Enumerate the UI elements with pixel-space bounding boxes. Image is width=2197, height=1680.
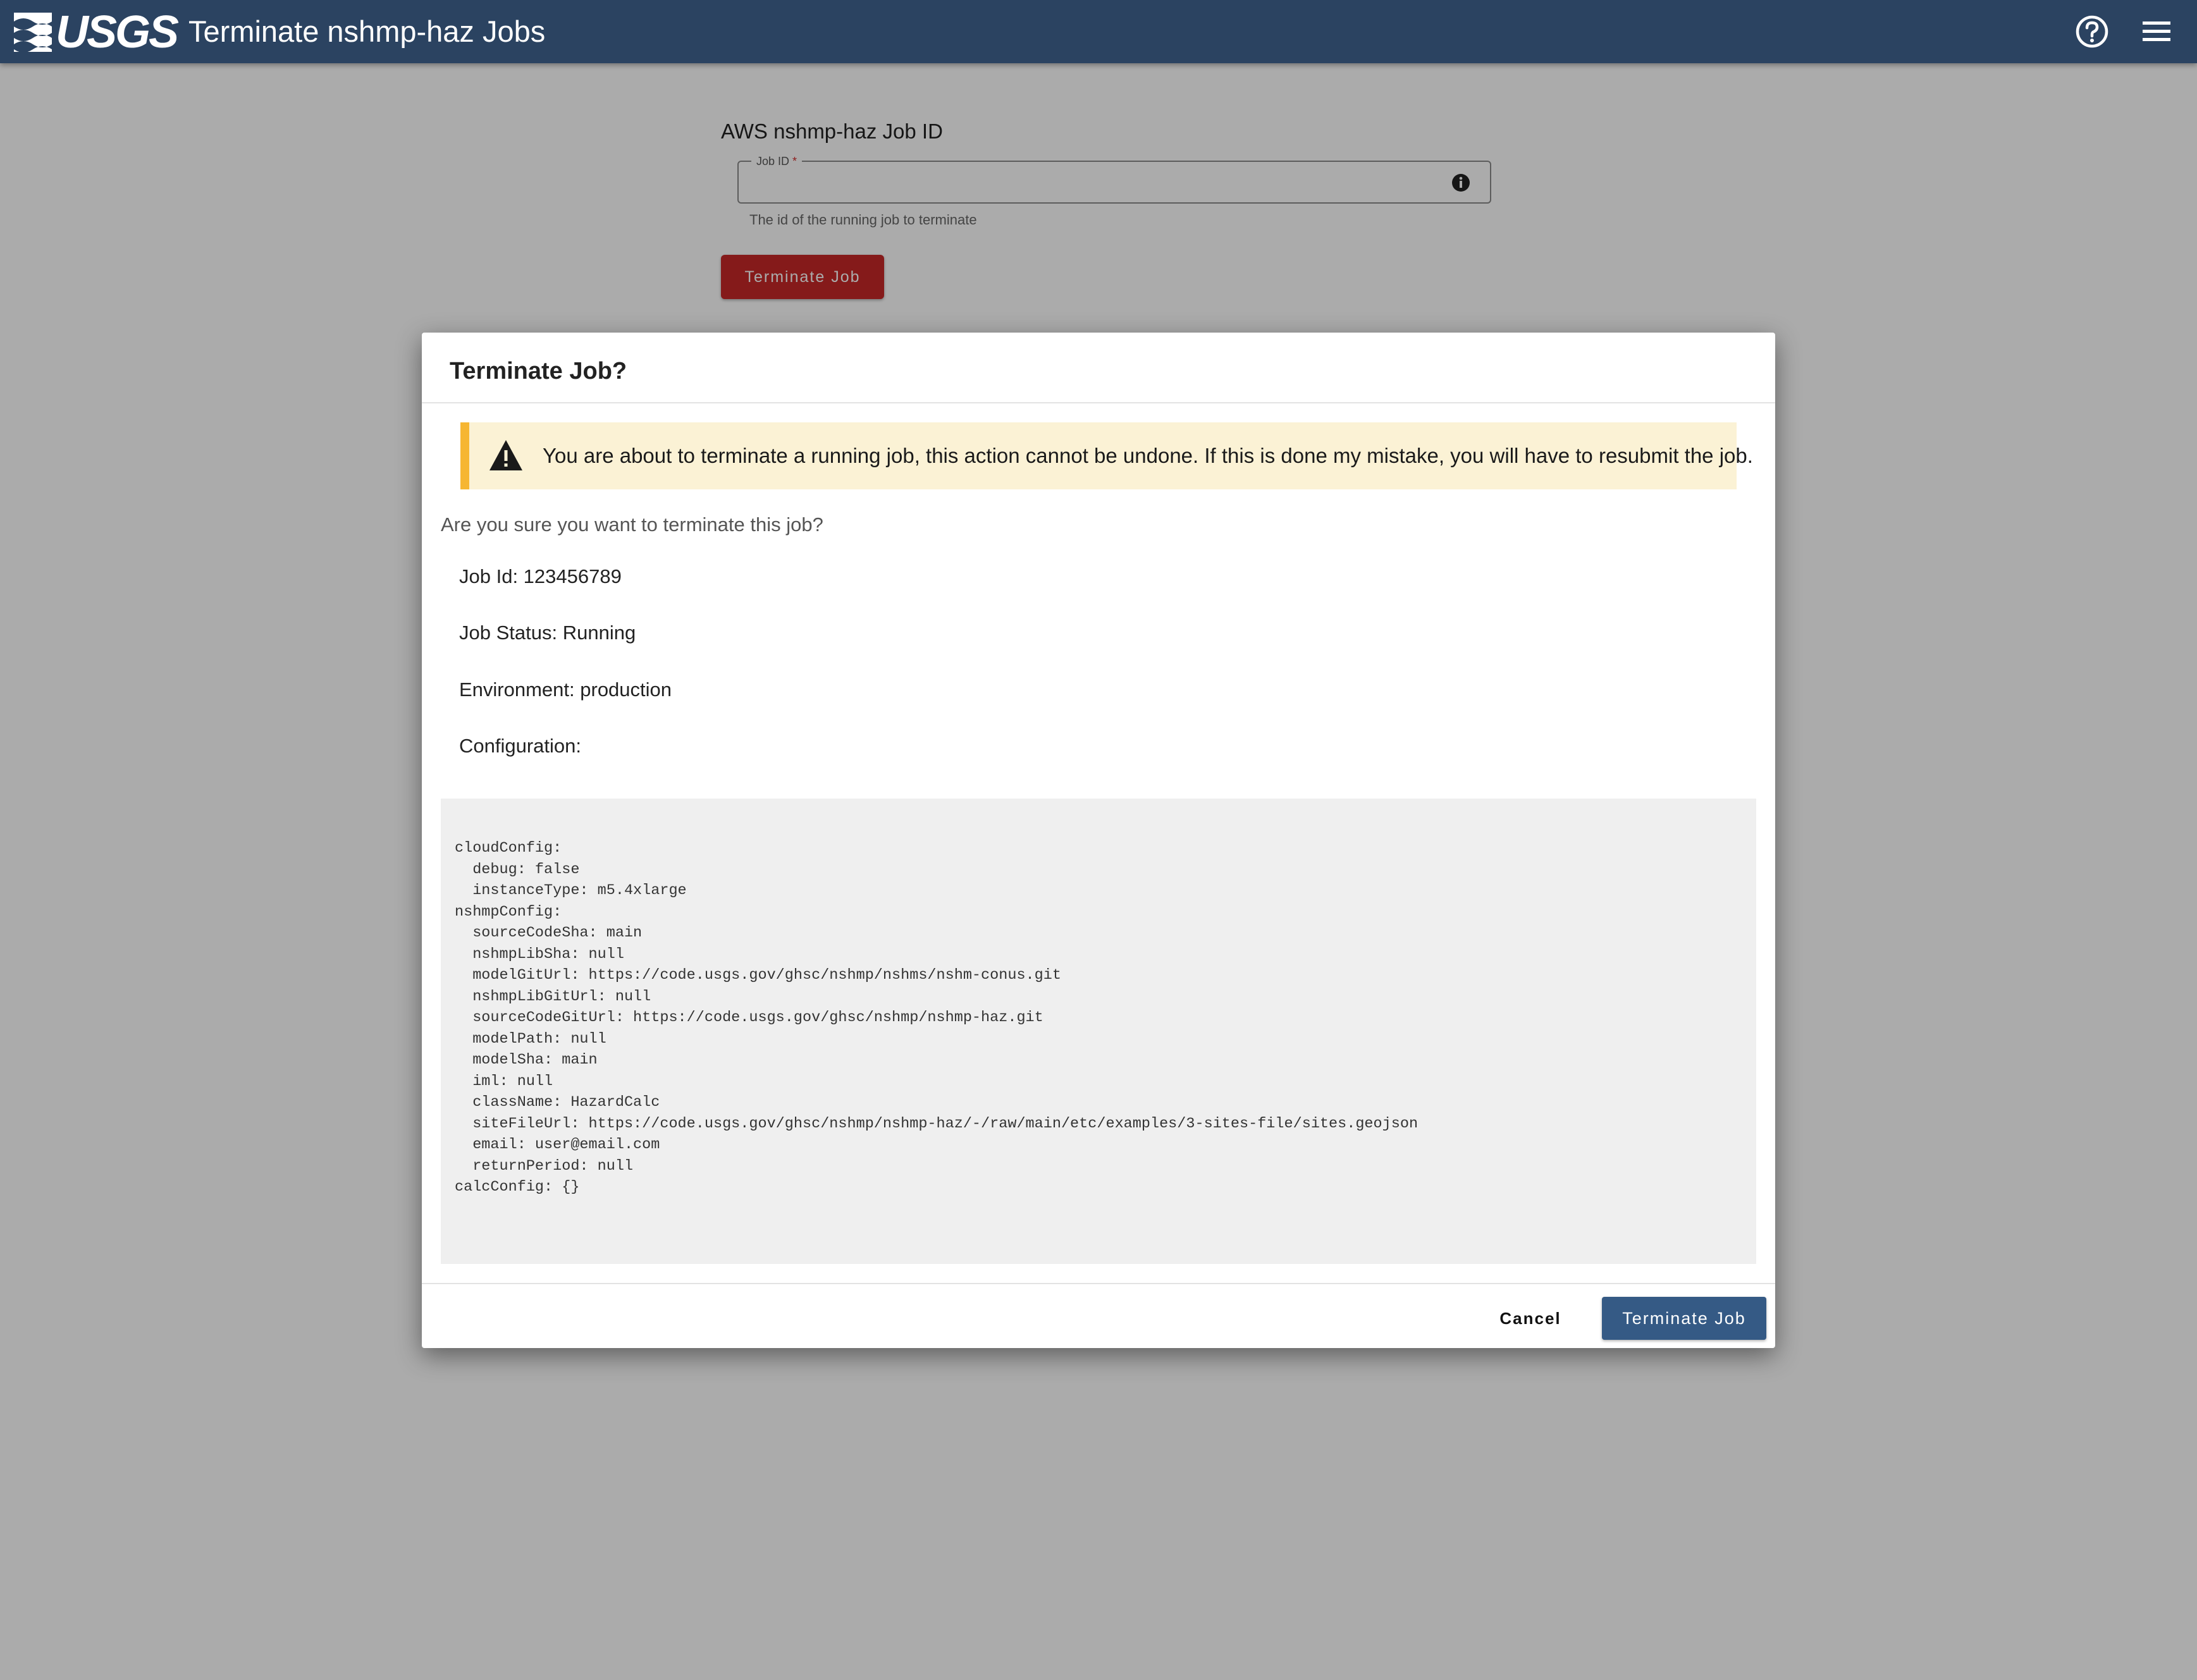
warning-text: You are about to terminate a running job… <box>543 444 1753 467</box>
help-button[interactable] <box>2074 14 2110 49</box>
page-title: Terminate nshmp-haz Jobs <box>188 15 546 48</box>
warning-triangle-icon <box>489 440 522 470</box>
configuration-yaml: cloudConfig: debug: false instanceType: … <box>455 840 1419 1196</box>
menu-button[interactable] <box>2141 16 2172 47</box>
warning-alert: You are about to terminate a running job… <box>460 422 1753 489</box>
app-header: USGS Terminate nshmp-haz Jobs <box>0 0 2197 63</box>
environment-detail: Environment: production <box>459 678 672 701</box>
confirm-question: Are you sure you want to terminate this … <box>441 513 823 536</box>
job-id-detail: Job Id: 123456789 <box>459 565 622 587</box>
help-circle-icon <box>2076 15 2108 48</box>
usgs-logo[interactable]: USGS <box>14 7 179 58</box>
cancel-button[interactable]: Cancel <box>1486 1297 1575 1340</box>
dialog-actions-divider <box>422 1283 1775 1284</box>
usgs-wave-icon <box>14 13 52 52</box>
hamburger-menu-icon <box>2143 21 2170 41</box>
dialog-divider <box>422 402 1775 403</box>
configuration-label: Configuration: <box>459 735 582 757</box>
configuration-code-block: cloudConfig: debug: false instanceType: … <box>441 799 1756 1264</box>
confirm-terminate-button[interactable]: Terminate Job <box>1602 1297 1766 1340</box>
job-status-detail: Job Status: Running <box>459 622 636 644</box>
logo-text: USGS <box>56 7 179 58</box>
dialog-title: Terminate Job? <box>450 358 627 384</box>
terminate-dialog: Terminate Job? You are about to terminat… <box>422 333 1775 1348</box>
